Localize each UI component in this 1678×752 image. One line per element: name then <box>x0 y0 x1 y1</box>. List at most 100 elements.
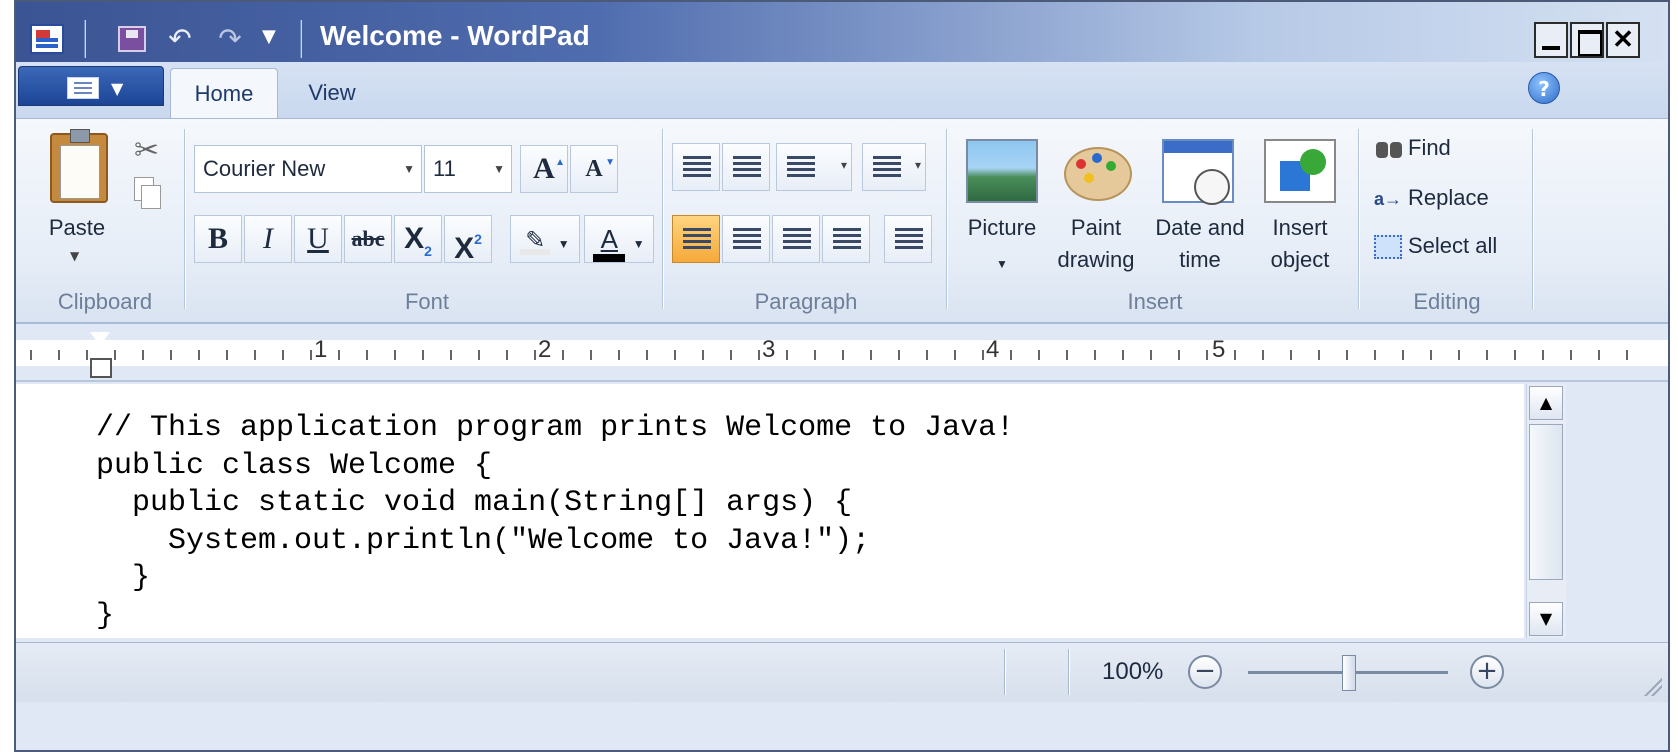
grow-font-button[interactable]: A <box>520 140 568 193</box>
picture-dropdown-icon[interactable]: ▼ <box>992 249 1012 279</box>
tab-home[interactable]: Home <box>170 68 278 118</box>
paste-icon[interactable] <box>50 129 108 203</box>
insert-object-label-line1[interactable]: Insert <box>1254 213 1346 243</box>
redo-icon[interactable]: ↷ <box>212 22 248 56</box>
find-button[interactable]: Find <box>1374 133 1451 163</box>
font-color-glyph: A <box>593 224 626 262</box>
replace-icon: a→ <box>1374 189 1403 210</box>
status-separator <box>1004 649 1005 695</box>
italic-button[interactable]: I <box>244 215 292 263</box>
code-line: public class Welcome { <box>96 448 493 483</box>
insert-object-icon[interactable] <box>1264 139 1336 203</box>
shrink-font-glyph: A <box>585 156 603 182</box>
document-text[interactable]: // This application program prints Welco… <box>96 410 1014 635</box>
group-separator <box>1532 129 1533 309</box>
replace-button[interactable]: a→ Replace <box>1374 183 1489 214</box>
superscript-button[interactable]: X2 <box>444 215 492 265</box>
subscript-glyph: X <box>404 222 425 255</box>
paint-drawing-icon[interactable] <box>1058 133 1132 201</box>
group-separator <box>662 129 663 309</box>
status-bar: 100% − + <box>16 642 1668 702</box>
insert-picture-button[interactable]: Picture <box>956 213 1048 243</box>
justify-button[interactable] <box>822 215 870 263</box>
decrease-indent-button[interactable] <box>672 143 720 191</box>
zoom-out-button[interactable]: − <box>1188 655 1222 689</box>
underline-button[interactable]: U <box>294 215 342 263</box>
group-label-editing: Editing <box>1413 289 1481 314</box>
select-all-icon <box>1374 235 1402 260</box>
bullet-list-icon <box>787 156 815 178</box>
tab-view[interactable]: View <box>292 68 372 118</box>
group-label-font: Font <box>404 289 450 314</box>
group-separator <box>184 129 185 309</box>
ruler-number: 1 <box>314 336 328 363</box>
right-indent-marker[interactable] <box>1440 346 1460 366</box>
zoom-slider-thumb[interactable] <box>1342 655 1356 691</box>
ruler-number: 2 <box>538 336 552 363</box>
left-indent-marker[interactable] <box>90 332 112 378</box>
shrink-font-button[interactable]: A <box>570 140 618 193</box>
scroll-up-button[interactable]: ▲ <box>1529 386 1563 420</box>
document-editor[interactable]: // This application program prints Welco… <box>16 384 1524 638</box>
group-separator <box>1358 129 1359 309</box>
code-line: } <box>96 598 115 633</box>
chevron-down-icon: ▼ <box>111 79 124 98</box>
highlight-color-button[interactable]: ✎ ▼ <box>510 215 580 263</box>
cut-icon[interactable]: ✂ <box>134 133 159 168</box>
strikethrough-button[interactable]: abc <box>344 215 392 263</box>
paste-button[interactable]: Paste <box>40 213 114 243</box>
date-time-label-line2[interactable]: time <box>1144 245 1256 275</box>
align-left-button[interactable] <box>672 215 720 263</box>
minimize-button[interactable] <box>1534 22 1568 58</box>
scroll-thumb[interactable] <box>1529 424 1563 580</box>
bullet-list-button[interactable] <box>776 143 852 191</box>
select-all-button[interactable]: Select all <box>1374 231 1497 261</box>
date-time-label-line1[interactable]: Date and <box>1144 213 1256 243</box>
paint-drawing-label-line1[interactable]: Paint <box>1046 213 1146 243</box>
code-line: } <box>96 561 151 595</box>
line-spacing-icon <box>873 156 901 178</box>
decrease-indent-icon <box>683 156 711 178</box>
status-separator <box>1068 649 1069 695</box>
align-left-icon <box>683 228 711 250</box>
align-center-icon <box>733 228 761 250</box>
font-family-select[interactable]: Courier New ▼ <box>194 145 422 193</box>
undo-icon[interactable]: ↶ <box>162 22 198 56</box>
help-icon[interactable]: ? <box>1528 72 1560 104</box>
title-separator <box>300 20 302 58</box>
group-label-clipboard: Clipboard <box>57 289 153 314</box>
align-right-button[interactable] <box>772 215 820 263</box>
line-spacing-button[interactable] <box>862 143 926 191</box>
close-button[interactable] <box>1606 22 1640 58</box>
font-size-select[interactable]: 11 ▼ <box>424 145 512 193</box>
picture-icon[interactable] <box>966 139 1038 203</box>
vertical-scrollbar[interactable]: ▲ ▼ <box>1526 384 1566 638</box>
wordpad-app-icon[interactable] <box>30 24 64 54</box>
zoom-level[interactable]: 100% <box>1102 655 1163 689</box>
customize-quick-access-button[interactable]: ▼ <box>262 26 276 47</box>
paragraph-dialog-button[interactable] <box>884 215 932 263</box>
ruler-ticks <box>30 350 1654 360</box>
paint-drawing-label-line2[interactable]: drawing <box>1046 245 1146 275</box>
code-line: public static void main(String[] args) { <box>96 486 853 520</box>
code-line: System.out.println("Welcome to Java!"); <box>96 523 871 558</box>
paste-dropdown-icon[interactable]: ▼ <box>70 249 79 263</box>
subscript-button[interactable]: X2 <box>394 215 442 263</box>
zoom-in-button[interactable]: + <box>1470 655 1504 689</box>
ruler-number: 3 <box>762 336 776 363</box>
save-icon[interactable] <box>114 22 150 56</box>
bold-button[interactable]: B <box>194 215 242 263</box>
resize-grip[interactable] <box>1642 676 1662 696</box>
ribbon-tab-row: ▼ Home View ? <box>16 62 1668 118</box>
application-menu-button[interactable]: ▼ <box>18 66 164 106</box>
increase-indent-button[interactable] <box>722 143 770 191</box>
justify-icon <box>833 228 861 250</box>
insert-object-label-line2[interactable]: object <box>1254 245 1346 275</box>
date-time-icon[interactable] <box>1162 139 1234 205</box>
align-center-button[interactable] <box>722 215 770 263</box>
maximize-button[interactable] <box>1570 22 1604 58</box>
font-color-button[interactable]: A ▼ <box>584 215 654 263</box>
scroll-down-button[interactable]: ▼ <box>1529 602 1563 636</box>
copy-icon[interactable] <box>134 177 161 209</box>
code-line: // This application program prints Welco… <box>96 411 1015 445</box>
